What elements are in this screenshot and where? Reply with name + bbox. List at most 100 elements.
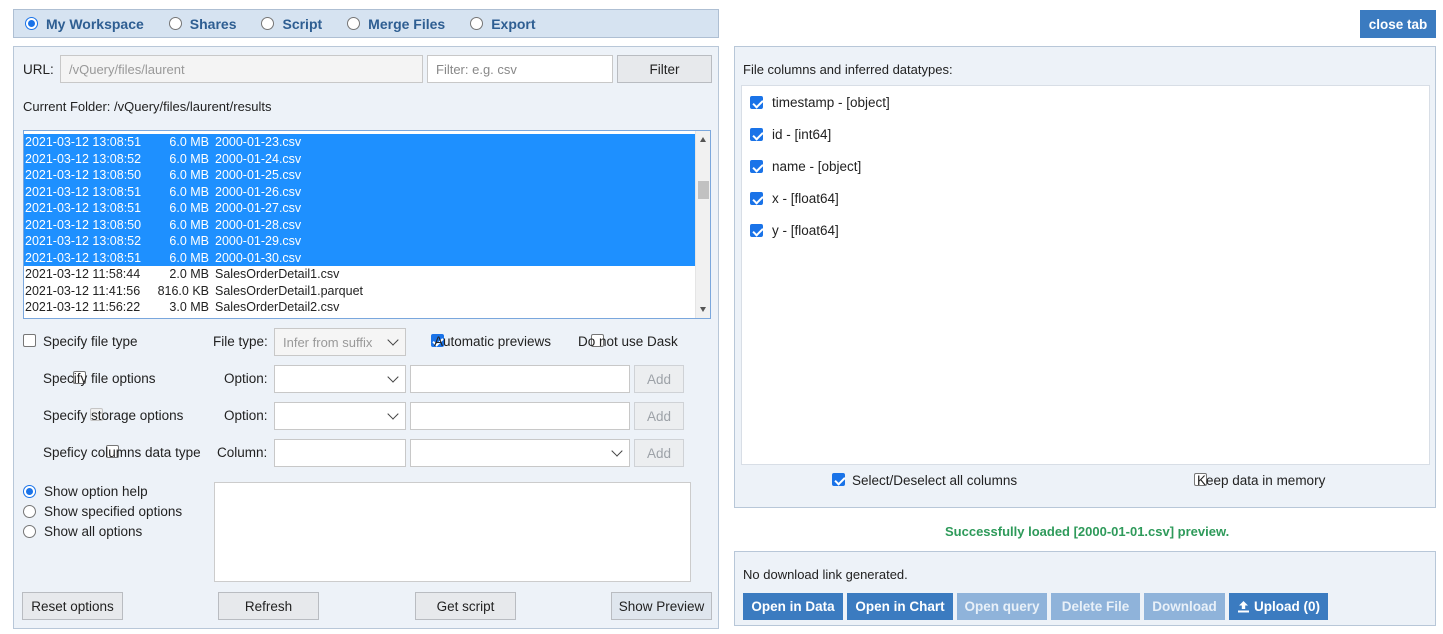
- get-script-button[interactable]: Get script: [415, 592, 516, 620]
- column-checkbox[interactable]: [750, 160, 763, 173]
- keep-data-in-memory-label: Keep data in memory: [1197, 473, 1326, 488]
- file-name: SalesOrderDetail1.csv: [215, 267, 340, 281]
- column-dtype-select[interactable]: [410, 439, 630, 467]
- column-item[interactable]: x - [float64]: [750, 191, 839, 206]
- tab-merge-files[interactable]: Merge Files: [347, 16, 445, 32]
- column-checkbox[interactable]: [750, 96, 763, 109]
- file-size: 6.0 MB: [169, 250, 209, 265]
- upload-button[interactable]: Upload (0): [1229, 593, 1328, 620]
- file-name: 2000-01-26.csv: [215, 184, 302, 199]
- select-all-columns-checkbox[interactable]: [832, 473, 845, 486]
- columns-panel: File columns and inferred datatypes: tim…: [734, 46, 1436, 508]
- radio-icon: [168, 17, 182, 30]
- file-row[interactable]: 2021-03-12 13:08:50 6.0 MB 2000-01-25.csv: [24, 167, 710, 184]
- column-name-input[interactable]: [274, 439, 406, 467]
- file-browser-panel: URL: /vQuery/files/laurent Filter: e.g. …: [13, 46, 719, 629]
- file-list-scrollbar[interactable]: [695, 131, 710, 318]
- specify-columns-dtype-label: Speficy columns data type: [43, 445, 201, 460]
- file-name: 2000-01-24.csv: [215, 151, 302, 166]
- scrollbar-thumb[interactable]: [698, 181, 709, 199]
- file-size: 6.0 MB: [169, 168, 209, 182]
- specify-file-options-label: Specify file options: [43, 371, 156, 386]
- help-mode-specified-options[interactable]: Show specified options: [23, 504, 182, 519]
- file-option-value-input[interactable]: [410, 365, 630, 393]
- file-option-select[interactable]: [274, 365, 406, 393]
- option-help-textarea[interactable]: [214, 482, 691, 582]
- scroll-down-arrow-icon[interactable]: [700, 307, 706, 312]
- select-all-columns-label: Select/Deselect all columns: [852, 473, 1018, 488]
- file-row[interactable]: 2021-03-12 13:08:50 6.0 MB 2000-01-28.csv: [24, 216, 710, 233]
- specify-file-type-checkbox[interactable]: [23, 334, 36, 347]
- column-checkbox[interactable]: [750, 128, 763, 141]
- open-in-data-button[interactable]: Open in Data: [743, 593, 843, 620]
- open-query-button[interactable]: Open query: [957, 593, 1047, 620]
- column-label: Column:: [217, 445, 268, 460]
- refresh-button[interactable]: Refresh: [218, 592, 319, 620]
- column-item[interactable]: y - [float64]: [750, 223, 839, 238]
- column-checkbox[interactable]: [750, 224, 763, 237]
- file-size: 816.0 KB: [157, 283, 209, 298]
- url-label: URL:: [23, 62, 54, 77]
- columns-title: File columns and inferred datatypes:: [743, 62, 953, 77]
- file-size: 6.0 MB: [169, 234, 209, 248]
- file-name: 2000-01-23.csv: [215, 135, 302, 149]
- file-row[interactable]: 2021-03-12 13:08:51 6.0 MB 2000-01-27.csv: [24, 200, 710, 217]
- file-date: 2021-03-12 11:56:22: [25, 300, 141, 314]
- file-type-select[interactable]: Infer from suffix: [274, 328, 406, 356]
- file-size: 6.0 MB: [169, 201, 209, 215]
- file-size: 2.0 MB: [169, 267, 209, 281]
- file-name: 2000-01-28.csv: [215, 217, 302, 232]
- tab-export[interactable]: Export: [470, 16, 536, 32]
- file-row[interactable]: 2021-03-12 13:08:51 6.0 MB 2000-01-26.csv: [24, 183, 710, 200]
- tab-shares[interactable]: Shares: [168, 16, 236, 32]
- storage-option-value-input[interactable]: [410, 402, 630, 430]
- file-name: 2000-01-29.csv: [215, 234, 302, 248]
- add-column-dtype-button[interactable]: Add: [634, 439, 684, 467]
- file-row[interactable]: 2021-03-12 13:08:51 6.0 MB 2000-01-23.csv: [24, 134, 710, 151]
- column-item[interactable]: name - [object]: [750, 159, 861, 174]
- file-name: 2000-01-25.csv: [215, 168, 302, 182]
- close-tab-button[interactable]: close tab: [1360, 10, 1436, 38]
- file-row[interactable]: 2021-03-12 13:08:51 6.0 MB 2000-01-30.csv: [24, 249, 710, 266]
- file-name: 2000-01-30.csv: [215, 250, 302, 265]
- reset-options-button[interactable]: Reset options: [22, 592, 123, 620]
- chevron-down-icon: [387, 334, 399, 346]
- radio-icon: [23, 485, 36, 498]
- radio-icon: [261, 17, 275, 30]
- add-storage-option-button[interactable]: Add: [634, 402, 684, 430]
- show-preview-button[interactable]: Show Preview: [611, 592, 712, 620]
- radio-icon: [23, 525, 36, 538]
- file-date: 2021-03-12 13:08:52: [25, 234, 142, 248]
- open-in-chart-button[interactable]: Open in Chart: [847, 593, 953, 620]
- help-mode-option-help[interactable]: Show option help: [23, 484, 148, 499]
- help-mode-all-options[interactable]: Show all options: [23, 524, 142, 539]
- storage-option-select[interactable]: [274, 402, 406, 430]
- tab-script[interactable]: Script: [261, 16, 322, 32]
- file-row[interactable]: 2021-03-12 11:58:44 2.0 MB SalesOrderDetai…: [24, 266, 710, 283]
- add-file-option-button[interactable]: Add: [634, 365, 684, 393]
- scroll-up-arrow-icon[interactable]: [700, 137, 706, 142]
- file-row[interactable]: 2021-03-12 11:41:56 816.0 KB SalesOrderDet…: [24, 283, 710, 300]
- specify-storage-options-label: Specify storage options: [43, 408, 184, 423]
- file-type-label: File type:: [213, 334, 268, 349]
- file-row[interactable]: 2021-03-12 13:08:52 6.0 MB 2000-01-29.csv: [24, 233, 710, 250]
- download-button[interactable]: Download: [1144, 593, 1225, 620]
- column-checkbox[interactable]: [750, 192, 763, 205]
- radio-icon: [470, 17, 484, 30]
- storage-option-label: Option:: [224, 408, 268, 423]
- column-item[interactable]: timestamp - [object]: [750, 95, 890, 110]
- automatic-previews-label: Automatic previews: [434, 334, 552, 349]
- column-item[interactable]: id - [int64]: [750, 127, 831, 142]
- file-list[interactable]: 2021-03-12 13:08:51 6.0 MB 2000-01-23.csv 2…: [23, 130, 711, 319]
- file-row[interactable]: 2021-03-12 11:56:22 3.0 MB SalesOrderDetai…: [24, 299, 710, 316]
- file-name: SalesOrderDetail2.csv: [215, 300, 340, 314]
- download-status: No download link generated.: [743, 567, 908, 582]
- file-name: 2000-01-27.csv: [215, 201, 302, 215]
- filter-input[interactable]: Filter: e.g. csv: [427, 55, 613, 83]
- radio-icon: [23, 505, 36, 518]
- delete-file-button[interactable]: Delete File: [1051, 593, 1140, 620]
- url-input[interactable]: /vQuery/files/laurent: [60, 55, 423, 83]
- file-row[interactable]: 2021-03-12 13:08:52 6.0 MB 2000-01-24.csv: [24, 150, 710, 167]
- filter-button[interactable]: Filter: [617, 55, 712, 83]
- tab-my-workspace[interactable]: My Workspace: [25, 16, 144, 32]
